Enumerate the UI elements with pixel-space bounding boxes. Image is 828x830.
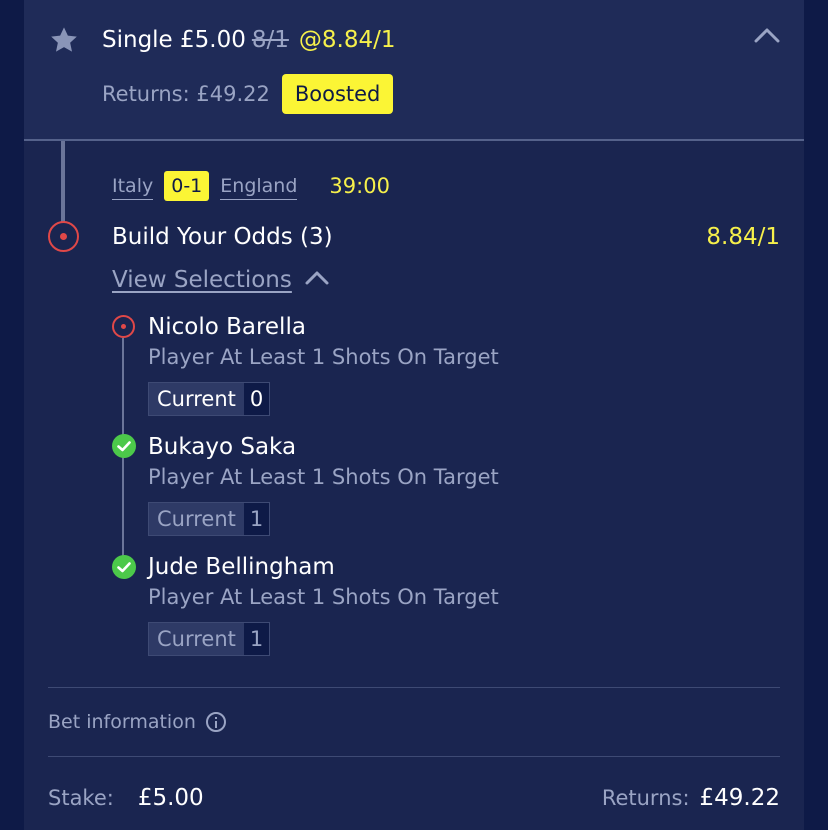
check-circle-icon (112, 434, 136, 458)
selection-market: Player At Least 1 Shots On Target (148, 465, 499, 489)
current-stat: Current 1 (148, 502, 271, 536)
selection-player: Jude Bellingham (148, 554, 335, 580)
match-clock: 39:00 (329, 174, 390, 198)
divider (48, 756, 780, 757)
current-value: 1 (243, 623, 270, 655)
potential-returns: Returns: £49.22 (102, 82, 270, 106)
pending-dot-icon (48, 221, 79, 252)
current-label: Current (149, 623, 244, 655)
returns-row: Returns: £49.22 Boosted (102, 74, 394, 114)
current-value: 1 (243, 503, 270, 535)
current-stat: Current 1 (148, 622, 271, 656)
away-team-link[interactable]: England (220, 173, 298, 200)
boosted-odds: @8.84/1 (298, 27, 396, 53)
returns-label: Returns: (601, 786, 690, 810)
bet-header[interactable] (24, 0, 804, 141)
match-info: Italy 0-1 England 39:00 (112, 171, 390, 201)
divider (48, 687, 780, 688)
selection-player: Bukayo Saka (148, 434, 297, 460)
selection-player: Nicolo Barella (148, 314, 306, 340)
stake-value: £5.00 (137, 785, 204, 811)
build-your-odds-title: Build Your Odds (3) (112, 224, 333, 250)
timeline-line (61, 141, 65, 223)
returns-value: £49.22 (699, 785, 780, 811)
bet-type-stake: Single £5.00 (102, 27, 246, 53)
star-icon[interactable] (48, 24, 80, 60)
returns-summary: Returns: £49.22 (602, 781, 780, 815)
stake-label: Stake: (48, 786, 114, 810)
selection-market: Player At Least 1 Shots On Target (148, 345, 499, 369)
boosted-badge: Boosted (281, 74, 394, 114)
build-your-odds-price: 8.84/1 (706, 224, 780, 250)
selection-market: Player At Least 1 Shots On Target (148, 585, 499, 609)
current-stat: Current 0 (148, 382, 271, 416)
bet-information-toggle[interactable]: Bet information (48, 708, 226, 736)
pending-dot-icon (112, 315, 135, 338)
score-badge: 0-1 (164, 171, 210, 201)
view-selections-label[interactable]: View Selections (112, 264, 292, 296)
check-circle-icon (112, 555, 136, 579)
current-value: 0 (243, 383, 270, 415)
info-icon[interactable] (205, 712, 226, 732)
stake-row: Stake: £5.00 (48, 781, 204, 815)
bet-information-label[interactable]: Bet information (48, 711, 196, 733)
chevron-up-icon[interactable] (752, 24, 782, 50)
current-label: Current (149, 503, 244, 535)
original-odds: 8/1 (251, 27, 289, 53)
home-team-link[interactable]: Italy (112, 173, 154, 200)
bet-title: Single £5.00 8/1 @8.84/1 (102, 24, 395, 56)
current-label: Current (149, 383, 244, 415)
view-selections-toggle[interactable]: View Selections (112, 264, 330, 296)
chevron-up-icon[interactable] (304, 264, 330, 296)
